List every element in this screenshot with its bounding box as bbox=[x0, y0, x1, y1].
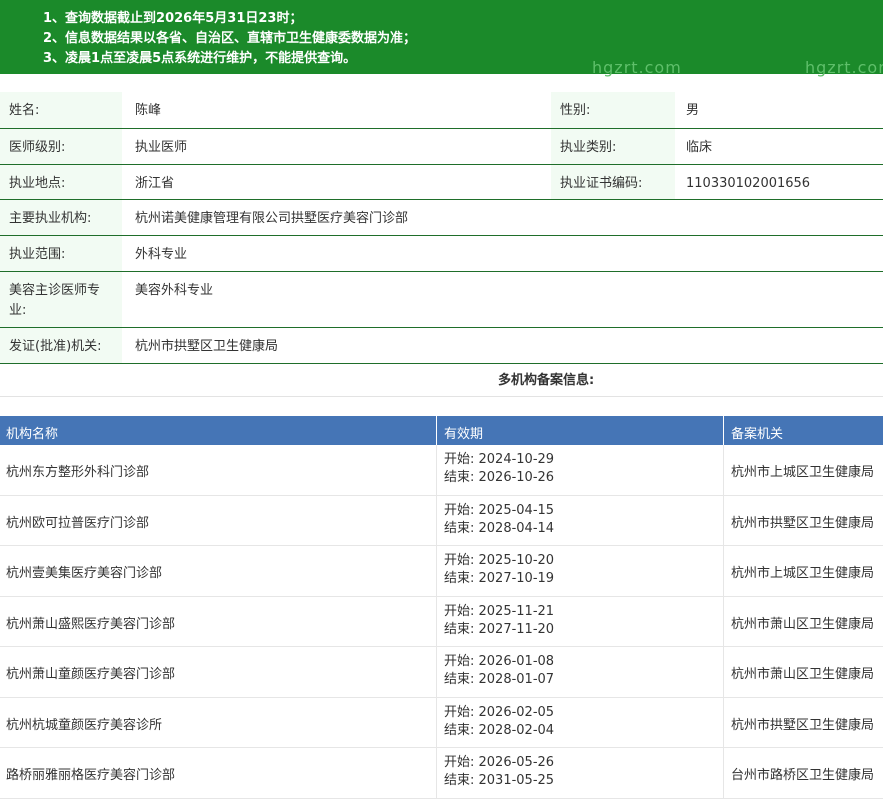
start-date: 开始: 2025-10-20 bbox=[444, 553, 555, 568]
name-label: 姓名: bbox=[0, 92, 122, 128]
table-row: 杭州杭城童颜医疗美容诊所 开始: 2026-02-05 结束: 2028-02-04… bbox=[0, 697, 883, 748]
watermark: hgzrt.com bbox=[805, 58, 883, 77]
end-date: 结束: 2031-05-25 bbox=[444, 773, 555, 788]
scope-label: 执业范围: bbox=[0, 236, 122, 271]
org-name-cell: 杭州欧可拉普医疗门诊部 bbox=[6, 515, 150, 531]
end-date: 结束: 2027-10-19 bbox=[444, 571, 555, 586]
validity-cell: 开始: 2025-10-20 结束: 2027-10-19 bbox=[444, 552, 554, 588]
validity-cell: 开始: 2026-02-05 结束: 2028-02-04 bbox=[444, 704, 554, 740]
authority-cell: 杭州市拱墅区卫生健康局 bbox=[731, 717, 875, 733]
issuer-value: 杭州市拱墅区卫生健康局 bbox=[135, 339, 279, 354]
end-date: 结束: 2027-11-20 bbox=[444, 621, 555, 637]
org-value: 杭州诺美健康管理有限公司拱墅医疗美容门诊部 bbox=[135, 211, 409, 226]
header-authority: 备案机关 bbox=[731, 427, 784, 442]
org-name-cell: 杭州萧山童颜医疗美容门诊部 bbox=[6, 667, 176, 682]
start-date: 开始: 2026-01-08 bbox=[444, 654, 555, 669]
gender-label: 性别: bbox=[551, 92, 675, 128]
multi-org-title: 多机构备案信息: bbox=[0, 358, 883, 397]
category-label: 执业类别: bbox=[551, 129, 675, 164]
start-date: 开始: 2024-10-29 bbox=[444, 452, 555, 467]
gender-value: 男 bbox=[686, 103, 700, 118]
name-value: 陈峰 bbox=[135, 103, 162, 118]
location-label: 执业地点: bbox=[0, 165, 122, 199]
end-date: 结束: 2028-02-04 bbox=[444, 722, 555, 738]
doctor-info-table: 姓名: 陈峰 性别: 男 医师级别: 执业医师 执业类别: 临床 执业地点: 浙… bbox=[0, 92, 883, 364]
info-row: 主要执业机构: 杭州诺美健康管理有限公司拱墅医疗美容门诊部 bbox=[0, 200, 883, 236]
cert-value: 110330102001656 bbox=[686, 176, 811, 191]
validity-cell: 开始: 2026-05-26 结束: 2031-05-25 bbox=[444, 754, 554, 790]
validity-cell: 开始: 2026-01-08 结束: 2028-01-07 bbox=[444, 653, 554, 689]
authority-cell: 杭州市拱墅区卫生健康局 bbox=[731, 515, 875, 531]
org-name-cell: 杭州东方整形外科门诊部 bbox=[6, 465, 150, 480]
authority-cell: 杭州市萧山区卫生健康局 bbox=[731, 616, 875, 632]
start-date: 开始: 2026-02-05 bbox=[444, 704, 555, 720]
validity-cell: 开始: 2025-11-21 结束: 2027-11-20 bbox=[444, 603, 554, 639]
category-value: 临床 bbox=[686, 140, 713, 155]
notice-line: 2、信息数据结果以各省、自治区、直辖市卫生健康委数据为准； bbox=[43, 31, 417, 46]
end-date: 结束: 2026-10-26 bbox=[444, 470, 555, 485]
location-value: 浙江省 bbox=[135, 176, 175, 191]
start-date: 开始: 2026-05-26 bbox=[444, 755, 555, 770]
multi-org-title-text: 多机构备案信息: bbox=[498, 373, 595, 388]
start-date: 开始: 2025-04-15 bbox=[444, 502, 555, 518]
info-row: 姓名: 陈峰 性别: 男 bbox=[0, 92, 883, 129]
level-value: 执业医师 bbox=[135, 140, 188, 155]
table-body: 杭州东方整形外科门诊部 开始: 2024-10-29 结束: 2026-10-26 杭… bbox=[0, 445, 883, 799]
info-row: 医师级别: 执业医师 执业类别: 临床 bbox=[0, 129, 883, 165]
info-row: 执业地点: 浙江省 执业证书编码: 110330102001656 bbox=[0, 165, 883, 200]
org-name-cell: 杭州萧山盛熙医疗美容门诊部 bbox=[6, 616, 176, 632]
header-org-name: 机构名称 bbox=[6, 427, 59, 442]
notice-line: 3、凌晨1点至凌晨5点系统进行维护，不能提供查询。 bbox=[43, 51, 357, 66]
scope-value: 外科专业 bbox=[135, 247, 188, 262]
notice-line: 1、查询数据截止到2026年5月31日23时； bbox=[43, 11, 303, 26]
cosmetic-value: 美容外科专业 bbox=[135, 283, 214, 298]
cert-label: 执业证书编码: bbox=[551, 165, 675, 199]
watermark: hgzrt.com bbox=[592, 58, 682, 77]
authority-cell: 杭州市萧山区卫生健康局 bbox=[731, 667, 875, 682]
start-date: 开始: 2025-11-21 bbox=[444, 603, 555, 619]
info-row: 执业范围: 外科专业 bbox=[0, 236, 883, 272]
org-label: 主要执业机构: bbox=[0, 200, 122, 235]
multi-org-table: 机构名称 有效期 备案机关 杭州东方整形外科门诊部 开始: 2024-10-29 结… bbox=[0, 416, 883, 799]
authority-cell: 杭州市上城区卫生健康局 bbox=[731, 566, 875, 581]
header-validity: 有效期 bbox=[444, 427, 484, 442]
end-date: 结束: 2028-01-07 bbox=[444, 672, 555, 687]
table-row: 杭州欧可拉普医疗门诊部 开始: 2025-04-15 结束: 2028-04-14 杭… bbox=[0, 495, 883, 546]
level-label: 医师级别: bbox=[0, 129, 122, 164]
table-row: 杭州东方整形外科门诊部 开始: 2024-10-29 结束: 2026-10-26 杭… bbox=[0, 445, 883, 496]
table-row: 杭州壹美集医疗美容门诊部 开始: 2025-10-20 结束: 2027-10-19… bbox=[0, 546, 883, 597]
table-header: 机构名称 有效期 备案机关 bbox=[0, 416, 883, 445]
org-name-cell: 杭州壹美集医疗美容门诊部 bbox=[6, 566, 163, 581]
table-row: 杭州萧山盛熙医疗美容门诊部 开始: 2025-11-21 结束: 2027-11-2… bbox=[0, 596, 883, 647]
org-name-cell: 杭州杭城童颜医疗美容诊所 bbox=[6, 717, 163, 733]
org-name-cell: 路桥丽雅丽格医疗美容门诊部 bbox=[6, 768, 176, 783]
notice-banner: 1、查询数据截止到2026年5月31日23时； 2、信息数据结果以各省、自治区、… bbox=[0, 0, 883, 77]
cosmetic-label: 美容主诊医师专业: bbox=[0, 272, 122, 327]
authority-cell: 杭州市上城区卫生健康局 bbox=[731, 465, 875, 480]
table-row: 路桥丽雅丽格医疗美容门诊部 开始: 2026-05-26 结束: 2031-05-2… bbox=[0, 748, 883, 799]
end-date: 结束: 2028-04-14 bbox=[444, 520, 555, 536]
validity-cell: 开始: 2024-10-29 结束: 2026-10-26 bbox=[444, 451, 554, 487]
info-row: 美容主诊医师专业: 美容外科专业 bbox=[0, 272, 883, 328]
table-row: 杭州萧山童颜医疗美容门诊部 开始: 2026-01-08 结束: 2028-01-0… bbox=[0, 647, 883, 698]
authority-cell: 台州市路桥区卫生健康局 bbox=[731, 768, 875, 783]
validity-cell: 开始: 2025-04-15 结束: 2028-04-14 bbox=[444, 502, 554, 538]
